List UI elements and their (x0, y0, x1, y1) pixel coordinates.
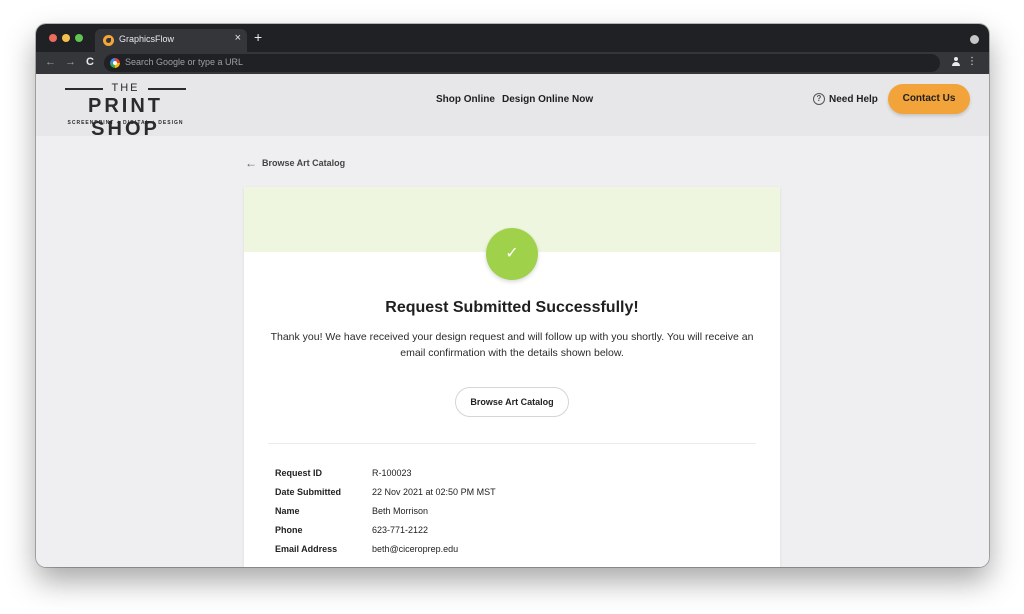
contact-us-button[interactable]: Contact Us (888, 84, 970, 114)
browser-extension-icon[interactable] (970, 35, 979, 44)
back-arrow-icon[interactable]: ← (45, 56, 56, 68)
web-page: THE PRINT SHOP SCREENPRINT + DIGITAL + D… (36, 74, 989, 567)
site-header: THE PRINT SHOP SCREENPRINT + DIGITAL + D… (36, 74, 989, 140)
browser-menu-icon[interactable]: ⋮ (967, 56, 977, 68)
detail-label: Email Address (275, 544, 338, 554)
need-help-label: Need Help (829, 94, 878, 105)
google-icon (110, 58, 120, 68)
detail-label: Name (275, 506, 300, 516)
minimize-window-button[interactable] (62, 34, 70, 42)
tab-title: GraphicsFlow (119, 34, 175, 44)
reload-icon[interactable]: C (86, 56, 94, 68)
confirmation-message: Thank you! We have received your design … (270, 331, 754, 359)
nav-design-online-now[interactable]: Design Online Now (502, 94, 593, 105)
checkmark-icon: ✓ (486, 228, 538, 280)
profile-icon[interactable] (951, 57, 961, 67)
browser-tab[interactable]: GraphicsFlow × (95, 29, 247, 52)
detail-value: 22 Nov 2021 at 02:50 PM MST (372, 487, 496, 497)
detail-label: Phone (275, 525, 303, 535)
detail-row: Date Submitted 22 Nov 2021 at 02:50 PM M… (275, 487, 745, 506)
divider (268, 443, 756, 444)
browse-art-catalog-button[interactable]: Browse Art Catalog (455, 387, 569, 417)
title-bar: GraphicsFlow × + (36, 24, 989, 52)
detail-value: R-100023 (372, 468, 412, 478)
maximize-window-button[interactable] (75, 34, 83, 42)
browser-window: GraphicsFlow × + ← → C Search Google or … (36, 24, 989, 567)
detail-value: 623-771-2122 (372, 525, 429, 535)
detail-label: Request ID (275, 468, 323, 478)
nav-shop-online[interactable]: Shop Online (436, 94, 495, 105)
back-arrow-icon: ← (245, 156, 257, 170)
confirmation-card: ✓ Request Submitted Successfully! Thank … (244, 187, 780, 567)
detail-row: Name Beth Morrison (275, 506, 745, 525)
address-placeholder: Search Google or type a URL (125, 57, 244, 67)
help-icon: ? (813, 93, 825, 105)
graphicsflow-favicon-icon (103, 35, 114, 46)
new-tab-button[interactable]: + (254, 30, 262, 44)
tab-close-icon[interactable]: × (235, 32, 241, 44)
address-bar[interactable]: Search Google or type a URL (104, 54, 940, 72)
logo-main: PRINT SHOP (88, 95, 163, 140)
detail-value: Beth Morrison (372, 506, 429, 516)
detail-row: Email Address beth@ciceroprep.edu (275, 544, 745, 563)
logo-line-right (148, 88, 186, 90)
close-window-button[interactable] (49, 34, 57, 42)
logo-tagline: SCREENPRINT + DIGITAL + DESIGN (67, 120, 184, 126)
browser-toolbar: ← → C Search Google or type a URL ⋮ (36, 52, 989, 74)
detail-label: Date Submitted (275, 487, 342, 497)
detail-value: beth@ciceroprep.edu (372, 544, 459, 554)
back-link-label: Browse Art Catalog (262, 158, 346, 168)
detail-row: Request ID R-100023 (275, 468, 745, 487)
detail-row: Phone 623-771-2122 (275, 525, 745, 544)
print-shop-logo[interactable]: THE PRINT SHOP SCREENPRINT + DIGITAL + D… (53, 82, 203, 140)
confirmation-title: Request Submitted Successfully! (385, 299, 639, 316)
forward-arrow-icon[interactable]: → (65, 56, 76, 68)
